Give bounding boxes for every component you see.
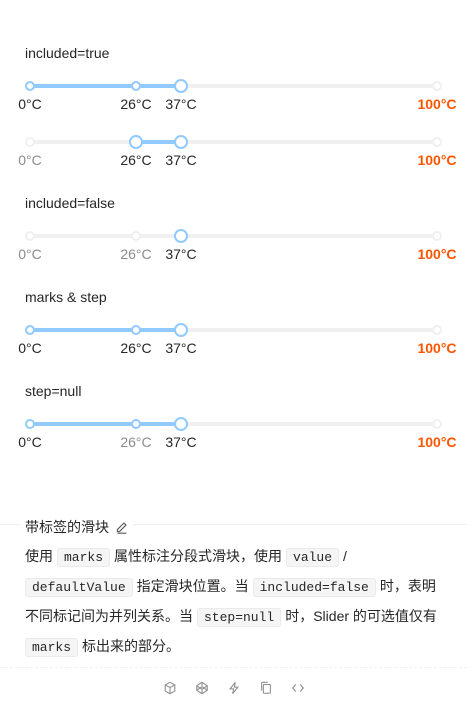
slider-mark-dot[interactable] <box>432 81 442 91</box>
slider-step-null[interactable]: 0°C 26°C 37°C 100°C <box>0 417 467 462</box>
thunderbolt-icon[interactable] <box>225 680 243 696</box>
slider-handle[interactable] <box>174 229 188 243</box>
slider-handle[interactable] <box>174 79 188 93</box>
code-step-null: step=null <box>197 608 282 627</box>
slider-mark-dot[interactable] <box>131 231 141 241</box>
mark-label-37[interactable]: 37°C <box>165 246 196 262</box>
slider-mark-dot[interactable] <box>131 325 141 335</box>
mark-label-0[interactable]: 0°C <box>18 152 42 168</box>
slider-rail[interactable] <box>30 234 437 238</box>
mark-label-100[interactable]: 100°C <box>417 434 456 450</box>
section-title-included-false: included=false <box>25 195 115 211</box>
slider-rail[interactable] <box>30 140 437 144</box>
actions-divider <box>0 667 467 668</box>
mark-label-100[interactable]: 100°C <box>417 96 456 112</box>
slider-track <box>30 422 181 426</box>
mark-label-0[interactable]: 0°C <box>18 246 42 262</box>
slider-track <box>30 84 181 88</box>
mark-label-0[interactable]: 0°C <box>18 434 42 450</box>
mark-label-37[interactable]: 37°C <box>165 96 196 112</box>
code-marks: marks <box>57 548 111 567</box>
mark-label-0[interactable]: 0°C <box>18 340 42 356</box>
mark-label-0[interactable]: 0°C <box>18 96 42 112</box>
slider-marks-step[interactable]: 0°C 26°C 37°C 100°C <box>0 323 467 368</box>
slider-mark-dot[interactable] <box>25 137 35 147</box>
mark-label-26[interactable]: 26°C <box>120 340 151 356</box>
slider-handle[interactable] <box>174 323 188 337</box>
mark-label-37[interactable]: 37°C <box>165 434 196 450</box>
section-title-included-true: included=true <box>25 45 110 61</box>
mark-label-26[interactable]: 26°C <box>120 96 151 112</box>
code-value: value <box>286 548 340 567</box>
meta-title-text: 带标签的滑块 <box>25 519 109 535</box>
codepen-icon[interactable] <box>193 680 211 696</box>
slider-mark-dot[interactable] <box>131 81 141 91</box>
slider-handle-start[interactable] <box>129 135 143 149</box>
slider-mark-dot[interactable] <box>432 231 442 241</box>
slider-handle-end[interactable] <box>174 135 188 149</box>
section-title-marks-step: marks & step <box>25 289 107 305</box>
mark-label-37[interactable]: 37°C <box>165 152 196 168</box>
code-default-value: defaultValue <box>25 578 133 597</box>
slider-handle[interactable] <box>174 417 188 431</box>
slider-mark-dot[interactable] <box>25 419 35 429</box>
codesandbox-icon[interactable] <box>161 680 179 696</box>
slider-mark-dot[interactable] <box>432 325 442 335</box>
copy-icon[interactable] <box>257 680 275 696</box>
slider-mark-dot[interactable] <box>25 81 35 91</box>
slider-excluded-single[interactable]: 0°C 26°C 37°C 100°C <box>0 229 467 274</box>
meta-title: 带标签的滑块 <box>20 517 133 537</box>
slider-mark-dot[interactable] <box>432 419 442 429</box>
mark-label-37[interactable]: 37°C <box>165 340 196 356</box>
meta-description: 使用 marks 属性标注分段式滑块，使用 value / defaultValue 指定… <box>25 548 437 657</box>
mark-label-26[interactable]: 26°C <box>120 152 151 168</box>
slider-included-single[interactable]: 0°C 26°C 37°C 100°C <box>0 79 467 124</box>
slider-included-range[interactable]: 0°C 26°C 37°C 100°C <box>0 135 467 180</box>
slider-mark-dot[interactable] <box>25 231 35 241</box>
mark-label-26[interactable]: 26°C <box>120 434 151 450</box>
mark-label-100[interactable]: 100°C <box>417 246 456 262</box>
section-title-step-null: step=null <box>25 383 82 399</box>
slider-mark-dot[interactable] <box>131 419 141 429</box>
code-actions <box>0 680 467 696</box>
mark-label-26[interactable]: 26°C <box>120 246 151 262</box>
slider-track <box>30 328 181 332</box>
edit-icon[interactable] <box>115 521 128 534</box>
code-marks-2: marks <box>25 638 79 657</box>
mark-label-100[interactable]: 100°C <box>417 152 456 168</box>
slider-mark-dot[interactable] <box>432 137 442 147</box>
mark-label-100[interactable]: 100°C <box>417 340 456 356</box>
code-icon[interactable] <box>289 680 307 696</box>
code-included-false: included=false <box>252 578 376 597</box>
slider-mark-dot[interactable] <box>25 325 35 335</box>
